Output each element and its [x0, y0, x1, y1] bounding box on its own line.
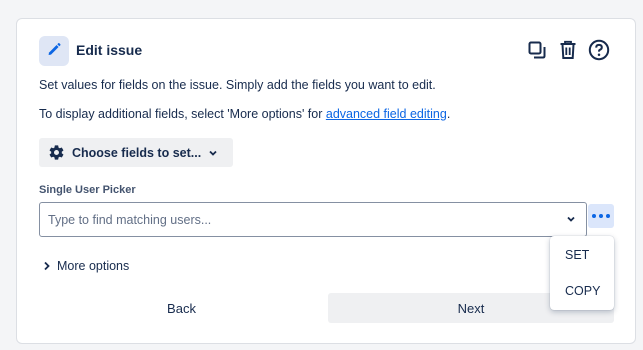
user-picker-input[interactable] — [40, 203, 550, 236]
chevron-right-icon — [43, 261, 51, 271]
edit-issue-panel: Edit issue Set values for fields on the … — [16, 18, 636, 344]
more-actions-button[interactable] — [588, 204, 614, 228]
dot — [592, 214, 596, 218]
help-icon[interactable] — [587, 38, 611, 62]
more-info-suffix: . — [446, 107, 451, 121]
gear-icon — [48, 144, 65, 161]
choose-fields-button[interactable]: Choose fields to set... — [39, 138, 233, 167]
chevron-down-icon — [208, 148, 218, 158]
edit-badge — [39, 36, 69, 66]
field-label: Single User Picker — [39, 184, 136, 196]
advanced-field-editing-link[interactable]: advanced field editing — [326, 107, 447, 121]
dot — [606, 214, 610, 218]
dot — [599, 214, 603, 218]
intro-text: Set values for fields on the issue. Simp… — [39, 78, 436, 92]
panel-header: Edit issue — [39, 36, 611, 66]
header-actions — [525, 38, 611, 62]
more-options-toggle[interactable]: More options — [43, 259, 129, 273]
field-action-menu: SET COPY — [550, 236, 614, 310]
back-button[interactable]: Back — [39, 293, 324, 323]
pencil-icon — [46, 41, 62, 62]
user-picker[interactable] — [39, 202, 587, 237]
more-info-prefix: To display additional fields, select 'Mo… — [39, 107, 326, 121]
chevron-down-icon[interactable] — [566, 214, 576, 224]
menu-item-set[interactable]: SET — [550, 240, 614, 270]
panel-title: Edit issue — [76, 42, 143, 58]
more-options-label: More options — [57, 259, 130, 273]
copy-icon[interactable] — [525, 38, 549, 62]
more-info-text: To display additional fields, select 'Mo… — [39, 107, 450, 121]
menu-item-copy[interactable]: COPY — [550, 276, 614, 306]
choose-fields-label: Choose fields to set... — [72, 145, 202, 160]
trash-icon[interactable] — [556, 38, 580, 62]
